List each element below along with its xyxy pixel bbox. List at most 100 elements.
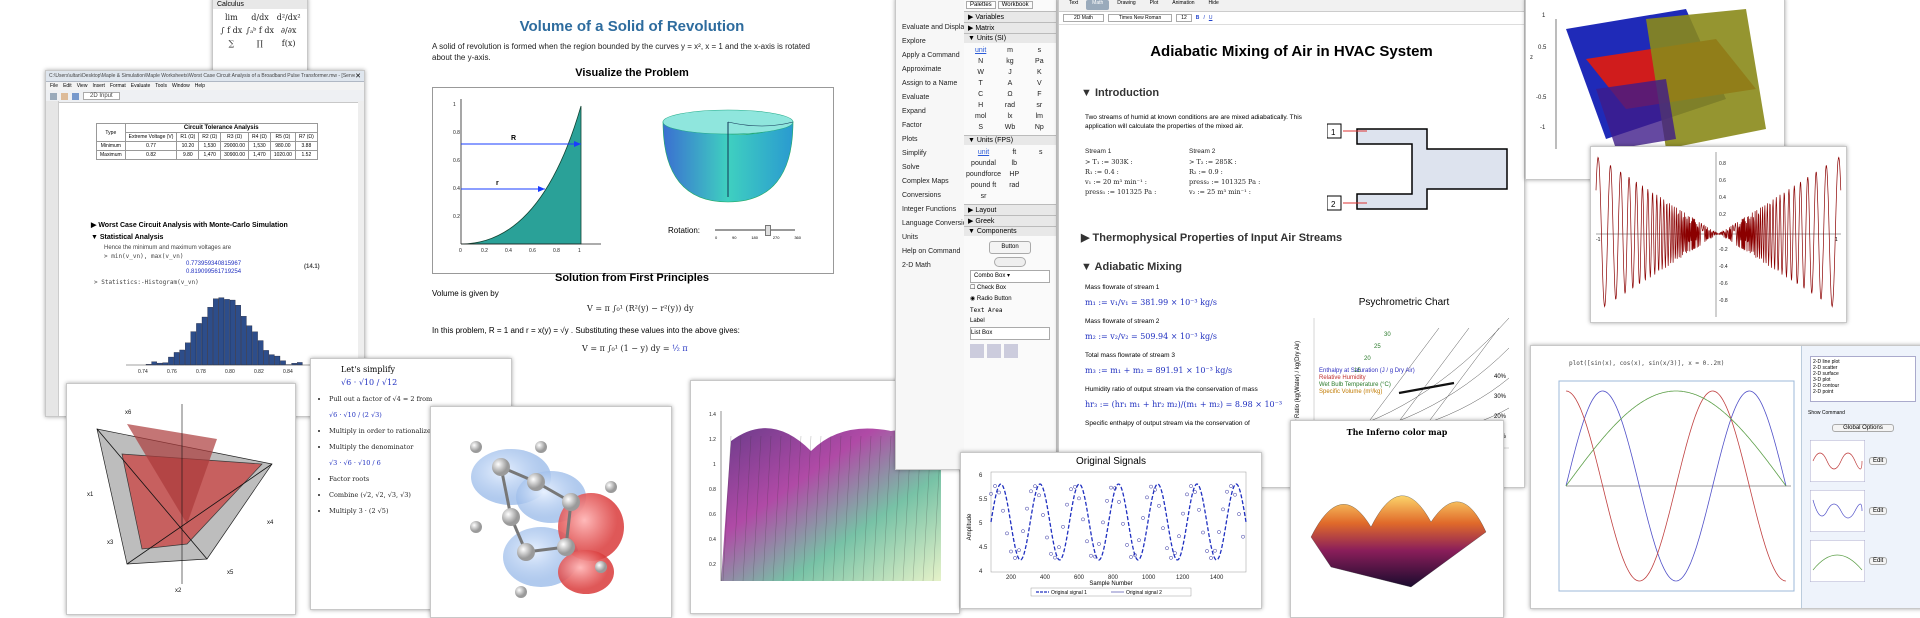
limit-item[interactable]: lim [217,13,246,22]
size-select[interactable]: 12 [1176,14,1192,22]
palette-section-units-si[interactable]: ▼ Units (SI) [964,33,1056,43]
section-worst-case[interactable]: ▶ Worst Case Circuit Analysis with Monte… [91,221,288,229]
stream2-line[interactable]: R₂ := 0.9 : [1189,167,1260,177]
stream2-line[interactable]: press₂ := 101325 Pa : [1189,177,1260,187]
component-list-box[interactable]: List Box [970,327,1050,340]
mass-flow-1[interactable]: m₁ := v₁/v₁ = 381.99 × 10⁻³ kg/s [1085,298,1285,307]
unit-item[interactable]: K [1025,69,1054,76]
thumbnail-cos[interactable] [1810,490,1865,532]
unit-item[interactable]: H [966,102,995,109]
component-label[interactable]: Label [970,316,1050,327]
menu-help[interactable]: Help [195,83,205,89]
unit-item[interactable]: S [966,124,995,131]
unit-item[interactable]: V [1025,80,1054,87]
palette-section-variables[interactable]: ▶ Variables [964,11,1056,22]
stream1-line[interactable]: v₁ := 20 m³ min⁻¹ : [1085,177,1156,187]
unit-item[interactable]: C [966,91,995,98]
humidity-ratio[interactable]: hr₃ := (hr₁ m₁ + hr₂ m₂)/(m₁ + m₂) = 8.9… [1085,400,1285,409]
save-icon[interactable] [72,93,79,100]
component-button[interactable]: Button [989,241,1031,254]
font-select[interactable]: Times New Roman [1108,14,1172,22]
stream1-line[interactable]: R₁ := 0.4 : [1085,167,1156,177]
bold-button[interactable]: B [1196,15,1200,21]
unit-item[interactable]: lm [1025,113,1054,120]
mode-select[interactable]: 2D Math [1063,14,1104,22]
palette-section-components[interactable]: ▼ Components [964,226,1056,236]
unit-item[interactable]: poundforce [966,171,1001,178]
stream1-line[interactable]: > T₁ := 303K : [1085,157,1156,167]
tab-hide[interactable]: Hide [1203,0,1225,10]
input-mode-select[interactable]: 2D Input [83,92,120,100]
unit-item[interactable]: unit [966,47,995,54]
menu-insert[interactable]: Insert [92,83,105,89]
minmax-command[interactable]: > min(v_vn), max(v_vn) [104,253,183,260]
tab-animation[interactable]: Animation [1166,0,1200,10]
context-menu-item[interactable]: Explore [896,35,964,49]
plot-command[interactable]: plot([sin(x), cos(x), sin(x/3)], x = 0..… [1569,360,1724,367]
thumbnail-slow[interactable] [1810,540,1865,582]
context-menu-item[interactable]: Assign to a Name [896,77,964,91]
unit-item[interactable]: ft [1001,149,1027,156]
tab-plot[interactable]: Plot [1144,0,1165,10]
component-check-box[interactable]: ☐ Check Box [970,283,1050,294]
unit-item[interactable] [1028,182,1054,189]
palette-section-units-fps[interactable]: ▼ Units (FPS) [964,135,1056,145]
derivative-item[interactable]: d/dx [246,13,275,22]
unit-item[interactable]: kg [995,58,1024,65]
italic-button[interactable]: I [1203,15,1204,21]
unit-item[interactable]: Ω [995,91,1024,98]
unit-item[interactable] [1028,171,1054,178]
section-thermo[interactable]: ▶ Thermophysical Properties of Input Air… [1081,231,1342,244]
stream2-line[interactable]: > T₂ := 285K : [1189,157,1260,167]
component-slider-icon[interactable] [970,344,984,358]
unit-item[interactable]: W [966,69,995,76]
unit-item[interactable]: s [1028,149,1054,156]
stream2-line[interactable]: v₂ := 25 m³ min⁻¹ : [1189,187,1260,197]
context-menu-item[interactable]: Complex Maps [896,175,964,189]
unit-item[interactable]: lx [995,113,1024,120]
function-item[interactable]: f(x) [274,39,303,48]
tab-drawing[interactable]: Drawing [1111,0,1141,10]
component-meter-icon[interactable] [987,344,1001,358]
unit-item[interactable]: sr [1025,102,1054,109]
unit-item[interactable]: N [966,58,995,65]
context-menu-item[interactable]: Help on Command [896,245,964,259]
sum-item[interactable]: ∑ [217,39,246,48]
context-menu-item[interactable]: 2-D Math [896,259,964,273]
menu-window[interactable]: Window [172,83,190,89]
menu-format[interactable]: Format [110,83,126,89]
unit-item[interactable]: lb [1001,160,1027,167]
context-menu-item[interactable]: Expand [896,105,964,119]
unit-item[interactable]: F [1025,91,1054,98]
partial-derivative-item[interactable]: ∂/∂x [274,26,303,35]
tab-workbook[interactable]: Workbook [998,1,1033,9]
underline-button[interactable]: U [1209,15,1213,21]
open-icon[interactable] [61,93,68,100]
plot-type-list[interactable]: 2-D line plot2-D scatter2-D surface3-D p… [1810,356,1916,402]
rotation-slider[interactable] [715,229,795,231]
component-radio-button[interactable]: ◉ Radio Button [970,294,1050,305]
unit-item[interactable] [1028,193,1054,200]
new-icon[interactable] [50,93,57,100]
unit-item[interactable]: s [1025,47,1054,54]
close-icon[interactable]: ✕ [355,72,361,80]
unit-item[interactable]: unit [966,149,1001,156]
component-combo-box[interactable]: Combo Box ▾ [970,270,1050,283]
unit-item[interactable]: m [995,47,1024,54]
calculus-header[interactable]: Calculus [213,0,307,9]
edit-button-1[interactable]: Edit [1869,457,1887,465]
menu-tools[interactable]: Tools [155,83,167,89]
context-menu-item[interactable]: Approximate [896,63,964,77]
unit-item[interactable]: Pa [1025,58,1054,65]
context-menu-item[interactable]: Factor [896,119,964,133]
section-statistical[interactable]: ▼ Statistical Analysis [91,234,163,241]
tab-text[interactable]: Text [1063,0,1084,10]
section-introduction[interactable]: ▼ Introduction [1081,87,1159,99]
definite-integral-item[interactable]: ∫ₐᵇ f dx [246,26,275,35]
context-menu-item[interactable]: Simplify [896,147,964,161]
second-derivative-item[interactable]: d²/dx² [274,13,303,22]
unit-item[interactable]: sr [966,193,1001,200]
product-item[interactable]: ∏ [246,39,275,48]
context-menu-item[interactable]: Apply a Command [896,49,964,63]
context-menu-item[interactable]: Solve [896,161,964,175]
